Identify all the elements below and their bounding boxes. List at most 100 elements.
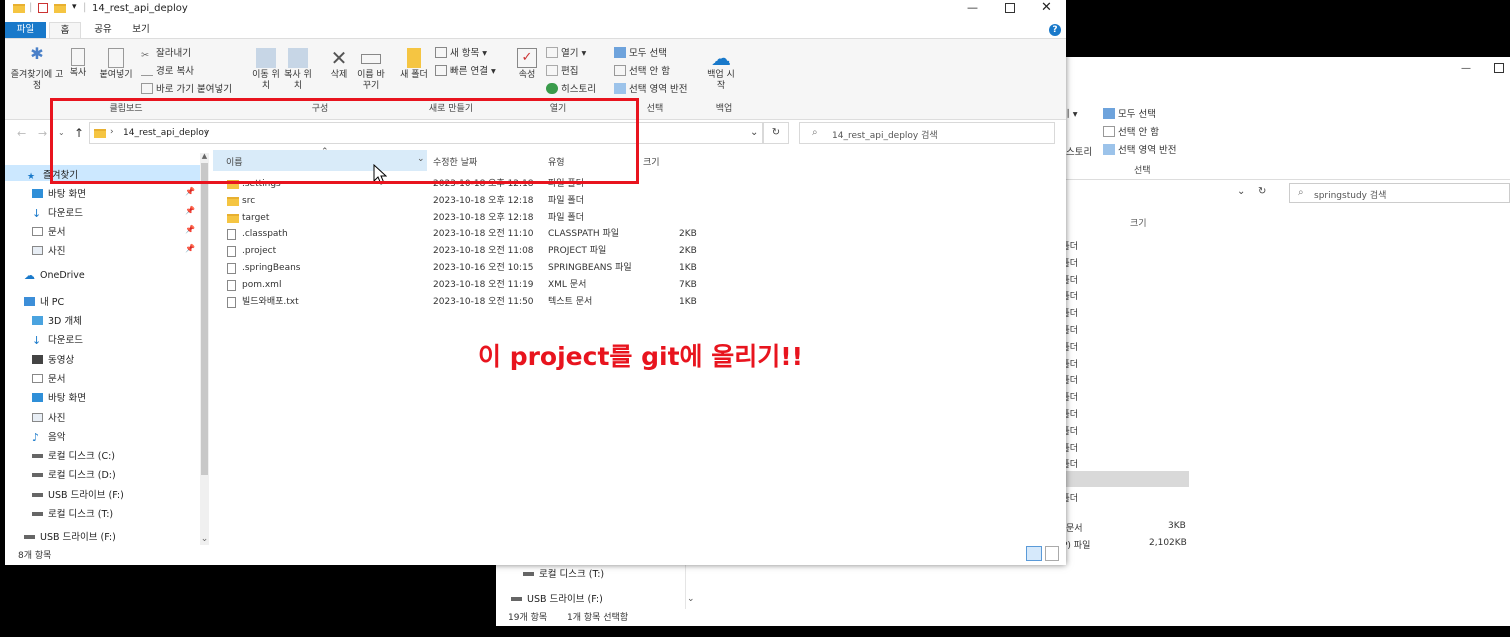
- refresh-icon[interactable]: ↻: [1258, 186, 1266, 197]
- nav-item-pc[interactable]: ↓ 다운로드: [32, 332, 83, 347]
- file-date: 2023-10-18 오전 11:10: [433, 229, 534, 240]
- select-all-button[interactable]: 모두 선택: [1103, 106, 1156, 120]
- file-row[interactable]: pom.xml 2023-10-18 오전 11:19 XML 문서 7KB: [213, 277, 913, 294]
- properties-button[interactable]: ✓ 속성: [513, 48, 541, 81]
- nav-item-pc[interactable]: 3D 개체: [32, 313, 82, 327]
- large-icons-view-icon[interactable]: [1045, 546, 1059, 561]
- pin-icon[interactable]: 📌: [185, 187, 195, 196]
- invert-selection-button[interactable]: 선택 영역 반전: [614, 81, 687, 95]
- nav-item-pc[interactable]: 로컬 디스크 (T:): [32, 506, 113, 520]
- nav-item-this-pc[interactable]: 내 PC: [24, 294, 64, 308]
- file-row[interactable]: .springBeans 2023-10-16 오전 10:15 SPRINGBEA…: [213, 260, 913, 277]
- nav-item-pc[interactable]: 로컬 디스크 (C:): [32, 448, 115, 462]
- back-row-size: 3KB: [1168, 521, 1186, 531]
- details-view-icon[interactable]: [1026, 546, 1042, 561]
- pin-icon[interactable]: 📌: [185, 244, 195, 253]
- pin-icon[interactable]: 📌: [185, 225, 195, 234]
- minimize-icon[interactable]: —: [1461, 63, 1471, 74]
- nav-item-local-disk-t[interactable]: 로컬 디스크 (T:): [523, 566, 604, 580]
- tab-view[interactable]: 보기: [125, 22, 157, 38]
- invert-selection-button[interactable]: 선택 영역 반전: [1103, 142, 1176, 156]
- scroll-down-icon[interactable]: ⌄: [687, 594, 695, 604]
- edit-button[interactable]: 편집: [546, 63, 578, 77]
- help-icon[interactable]: ?: [1049, 24, 1061, 36]
- nav-item-usb-drive[interactable]: USB 드라이브 (F:): [24, 529, 116, 543]
- computer-icon: [24, 297, 35, 306]
- nav-item-desktop[interactable]: 바탕 화면: [32, 186, 86, 200]
- nav-item-documents[interactable]: 문서: [32, 224, 65, 238]
- maximize-icon[interactable]: [1494, 63, 1504, 73]
- nav-item-onedrive[interactable]: ☁ OneDrive: [24, 269, 85, 282]
- nav-item-pc[interactable]: 문서: [32, 371, 65, 385]
- file-row[interactable]: .project 2023-10-18 오전 11:08 PROJECT 파일 2KB: [213, 243, 913, 260]
- move-to-button[interactable]: 이동 위치: [252, 48, 280, 92]
- explorer-window[interactable]: | ▾ | 14_rest_api_deploy — ✕ 파일 홈 공유 보기 …: [5, 0, 1066, 565]
- properties-quick-icon[interactable]: [38, 3, 48, 13]
- search-input[interactable]: springstudy 검색: [1314, 188, 1386, 201]
- search-input[interactable]: 14_rest_api_deploy 검색: [832, 128, 938, 141]
- tab-file[interactable]: 파일: [5, 22, 46, 38]
- open-button[interactable]: 열기 ▾: [546, 45, 586, 59]
- new-folder-quick-icon[interactable]: [54, 3, 66, 14]
- history-partial[interactable]: 스토리: [1066, 144, 1092, 158]
- file-size: 2KB: [679, 246, 697, 257]
- column-size[interactable]: 크기: [1130, 216, 1147, 229]
- back-row-size: 2,102KB: [1149, 538, 1187, 548]
- download-arrow-icon: ↓: [32, 334, 42, 348]
- nav-item-pc[interactable]: 사진: [32, 410, 65, 424]
- document-icon: [32, 227, 43, 236]
- scroll-down-icon[interactable]: ⌄: [200, 534, 209, 544]
- history-button[interactable]: 히스토리: [546, 81, 596, 95]
- new-item-button[interactable]: 새 항목 ▾: [435, 45, 487, 59]
- rename-button[interactable]: 이름 바꾸기: [357, 48, 385, 92]
- maximize-icon[interactable]: [1005, 3, 1015, 13]
- pin-icon[interactable]: 📌: [185, 206, 195, 215]
- copy-button[interactable]: 복사: [65, 48, 91, 79]
- nav-item-pictures[interactable]: 사진: [32, 243, 65, 257]
- forward-arrow-icon[interactable]: →: [38, 127, 47, 140]
- file-type: PROJECT 파일: [548, 246, 607, 257]
- nav-item-pc[interactable]: 로컬 디스크 (D:): [32, 467, 116, 481]
- nav-scroll-thumb[interactable]: [201, 163, 208, 475]
- select-all-button[interactable]: 모두 선택: [614, 45, 667, 59]
- paste-shortcut-button[interactable]: 바로 가기 붙여넣기: [141, 81, 232, 95]
- file-name: pom.xml: [242, 279, 282, 290]
- nav-item-pc[interactable]: USB 드라이브 (F:): [32, 487, 124, 501]
- file-row[interactable]: target 2023-10-18 오후 12:18 파일 폴더: [213, 210, 913, 227]
- tab-home[interactable]: 홈: [49, 22, 81, 38]
- easy-access-button[interactable]: 빠른 연결 ▾: [435, 63, 496, 77]
- cut-button[interactable]: ✂ 잘라내기: [141, 45, 191, 61]
- nav-item-usb-drive[interactable]: USB 드라이브 (F:): [511, 591, 603, 605]
- refresh-icon[interactable]: ↻: [763, 122, 789, 144]
- file-row[interactable]: 빌드와배포.txt 2023-10-18 오전 11:50 텍스트 문서 1KB: [213, 294, 913, 311]
- copy-to-button[interactable]: 복사 위치: [284, 48, 312, 92]
- nav-item-pc[interactable]: 바탕 화면: [32, 390, 86, 404]
- file-name: src: [242, 195, 256, 206]
- tab-share[interactable]: 공유: [87, 22, 119, 38]
- dropdown-chevron-icon[interactable]: ⌄: [1237, 186, 1245, 197]
- search-box[interactable]: ⌕ springstudy 검색: [1289, 183, 1510, 203]
- search-box[interactable]: ⌕ 14_rest_api_deploy 검색: [799, 122, 1055, 144]
- address-dropdown-icon[interactable]: ⌄: [750, 127, 758, 138]
- file-row[interactable]: .classpath 2023-10-18 오전 11:10 CLASSPATH 파…: [213, 226, 913, 243]
- paste-button[interactable]: 붙여넣기: [95, 48, 137, 81]
- pin-to-quick-access-button[interactable]: ✱ 즐겨찾기에 고정: [9, 46, 65, 92]
- new-folder-button[interactable]: 새 폴더: [400, 48, 428, 81]
- minimize-icon[interactable]: —: [967, 1, 978, 14]
- select-none-button[interactable]: 선택 안 함: [614, 63, 670, 77]
- file-row[interactable]: src 2023-10-18 오후 12:18 파일 폴더: [213, 193, 913, 210]
- nav-item-pc[interactable]: 동영상: [32, 352, 74, 366]
- copy-path-button[interactable]: 경로 복사: [141, 63, 194, 77]
- folder-icon: [227, 196, 239, 206]
- back-arrow-icon[interactable]: ←: [17, 127, 26, 140]
- close-icon[interactable]: ✕: [1041, 0, 1052, 15]
- quick-access-dropdown-icon[interactable]: ▾: [72, 2, 77, 12]
- nav-scrollbar[interactable]: ▲ ⌄: [200, 152, 209, 545]
- select-none-button[interactable]: 선택 안 함: [1103, 124, 1159, 138]
- nav-item-pc[interactable]: ♪ 음악: [32, 429, 65, 444]
- nav-item-downloads[interactable]: ↓ 다운로드: [32, 205, 83, 220]
- column-size[interactable]: 크기: [643, 155, 660, 168]
- file-name: .springBeans: [242, 263, 301, 273]
- backup-button[interactable]: ☁ 백업 시작: [705, 48, 737, 92]
- delete-button[interactable]: ✕ 삭제: [325, 48, 353, 81]
